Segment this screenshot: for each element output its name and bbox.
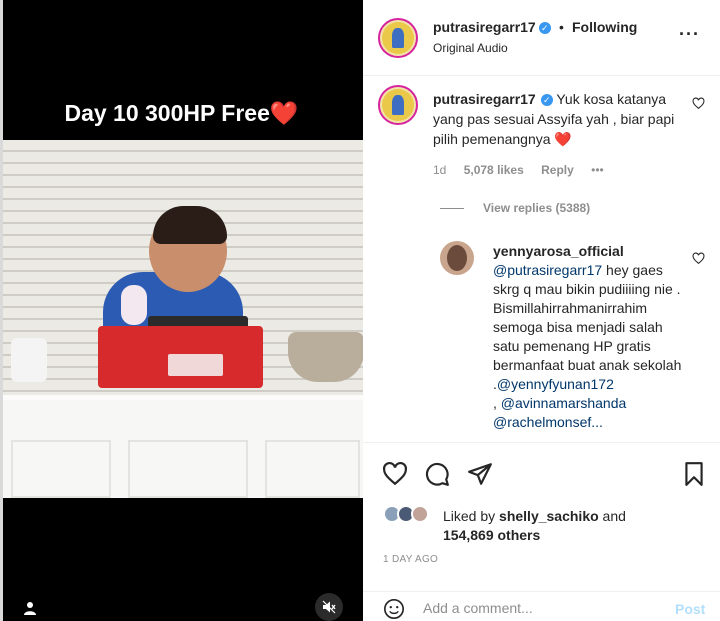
view-replies-label: View replies (5388) [483, 201, 591, 215]
like-comment-heart-icon[interactable] [692, 252, 705, 265]
reply-avatar[interactable] [440, 241, 474, 275]
comment-time: 1d [433, 163, 447, 177]
add-comment-bar: Post [363, 591, 720, 621]
video-player[interactable]: Day 10 300HP Free❤️ [0, 0, 363, 621]
post-time[interactable]: 1 DAY AGO [383, 554, 438, 565]
following-button[interactable]: Following [572, 19, 637, 35]
comment-likes[interactable]: 5,078 likes [464, 163, 524, 177]
speaker-muted-icon [322, 600, 336, 614]
toy [121, 285, 147, 325]
mention-link[interactable]: @avinnamarshanda [501, 395, 627, 411]
comment-username[interactable]: putrasiregarr17 [433, 91, 536, 107]
reply-button[interactable]: Reply [541, 163, 574, 177]
save-bookmark-icon[interactable] [681, 461, 707, 487]
reply-comment: yennyarosa_official @putrasiregarr17 hey… [493, 242, 683, 432]
cabinet-panel [265, 440, 360, 498]
post-header: putrasiregarr17 ✓ • Following Original Au… [363, 0, 720, 76]
share-paper-plane-icon[interactable] [467, 461, 493, 487]
mention-link[interactable]: @putrasiregarr17 [493, 262, 602, 278]
verified-icon: ✓ [538, 22, 551, 34]
user-tag-icon[interactable] [23, 601, 37, 615]
cabinet-panel [11, 440, 111, 498]
mention-link[interactable]: @rachelmonsef... [493, 414, 603, 430]
comment-meta: 1d 5,078 likes Reply ••• [433, 163, 618, 177]
liked-by-text: Liked by shelly_sachiko and 154,869 othe… [443, 507, 683, 545]
cabinet-panel [128, 440, 248, 498]
video-caption: Day 10 300HP Free❤️ [64, 100, 299, 126]
mention-separator: , [493, 395, 501, 411]
comment-more-icon[interactable]: ••• [591, 163, 604, 177]
post-button[interactable]: Post [675, 601, 705, 617]
heart-emoji: ❤️ [554, 131, 572, 147]
commenter-avatar[interactable] [378, 85, 418, 125]
emoji-icon[interactable] [383, 598, 405, 620]
liked-by-user[interactable]: shelly_sachiko [499, 508, 599, 524]
mute-button[interactable] [315, 593, 343, 621]
mention-link[interactable]: @yennyfyunan172 [497, 376, 614, 392]
dot-separator: • [559, 19, 564, 35]
likes-count[interactable]: 154,869 others [443, 527, 540, 543]
comments-list[interactable]: putrasiregarr17 ✓ Yuk kosa katanya yang p… [363, 77, 720, 442]
comment-bubble-icon[interactable] [424, 461, 450, 487]
post-actions: Liked by shelly_sachiko and 154,869 othe… [363, 442, 720, 621]
caption-comment: putrasiregarr17 ✓ Yuk kosa katanya yang p… [433, 89, 678, 149]
comment-input[interactable] [423, 600, 663, 616]
like-comment-heart-icon[interactable] [692, 97, 705, 110]
post-sidebar: putrasiregarr17 ✓ • Following Original Au… [363, 0, 720, 621]
author-avatar[interactable] [378, 18, 418, 58]
video-frame[interactable] [3, 140, 363, 498]
like-heart-icon[interactable] [382, 461, 408, 487]
reply-text: hey gaes skrg q mau bikin pudiiiing nie … [493, 262, 682, 392]
stove-label [168, 354, 223, 376]
audio-label[interactable]: Original Audio [433, 41, 508, 55]
liked-by-and: and [598, 508, 626, 524]
view-replies-button[interactable]: View replies (5388) [440, 201, 590, 215]
avatar [411, 505, 429, 523]
more-options-icon[interactable]: ··· [679, 24, 700, 45]
plastic-bag [11, 338, 47, 382]
verified-icon: ✓ [540, 94, 553, 106]
author-username[interactable]: putrasiregarr17 [433, 19, 536, 35]
liked-by-prefix: Liked by [443, 508, 500, 524]
reply-username[interactable]: yennyarosa_official [493, 243, 624, 259]
pot [288, 332, 363, 382]
author-name-row: putrasiregarr17 ✓ [433, 19, 551, 37]
